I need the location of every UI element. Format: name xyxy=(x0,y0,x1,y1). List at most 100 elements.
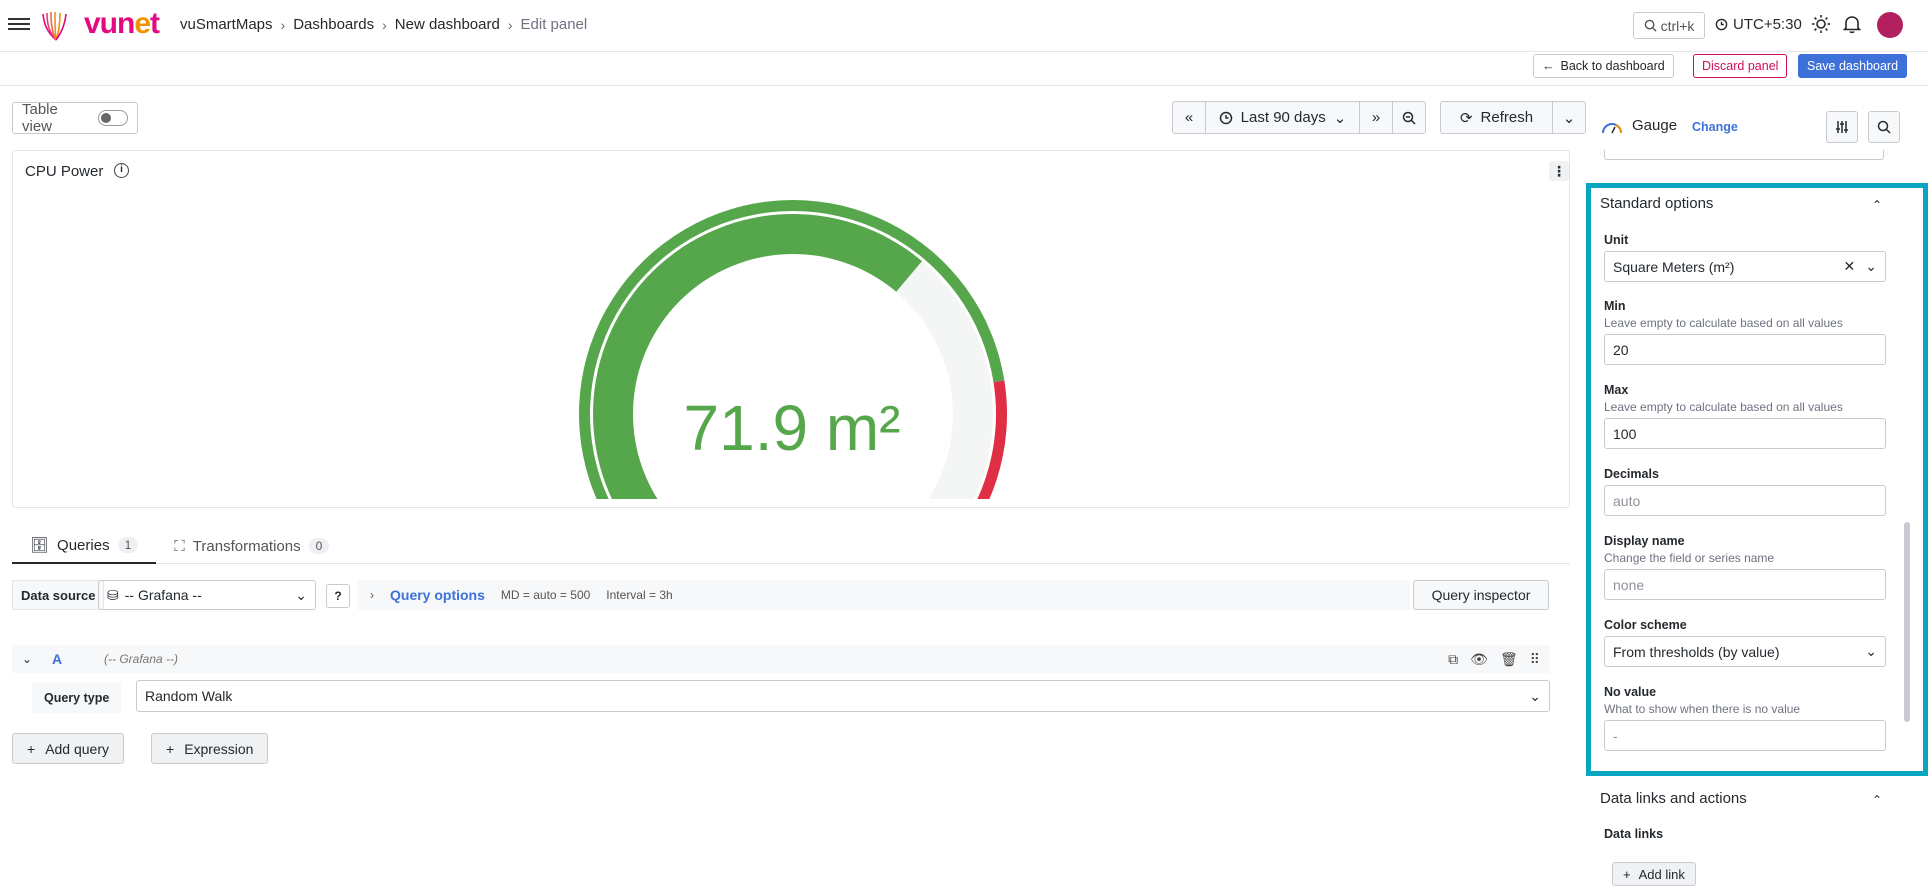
timezone-display[interactable]: UTC+5:30 xyxy=(1715,16,1802,33)
plus-icon: + xyxy=(1623,866,1631,882)
chevron-right-icon: › xyxy=(507,16,513,33)
query-type-value: Random Walk xyxy=(145,688,233,704)
save-dashboard-button[interactable]: Save dashboard xyxy=(1798,54,1908,78)
chevron-down-icon: ⌄ xyxy=(1333,109,1347,127)
save-dashboard-label: Save dashboard xyxy=(1807,59,1899,73)
query-options[interactable]: › Query options MD = auto = 500 Interval… xyxy=(358,580,1410,610)
add-link-button[interactable]: + Add link xyxy=(1612,862,1696,886)
add-expression-button[interactable]: + Expression xyxy=(151,733,269,764)
breadcrumb-edit-panel: Edit panel xyxy=(520,16,588,33)
chevron-right-icon: › xyxy=(370,588,374,602)
viz-picker-header: Gauge Change xyxy=(1586,102,1914,152)
clock-icon xyxy=(1219,111,1232,124)
previous-field-input[interactable] xyxy=(1604,150,1884,160)
data-source-select[interactable]: ⛁ -- Grafana -- ⌄ xyxy=(98,580,316,610)
panel-menu-icon[interactable]: ⋮ xyxy=(1549,161,1569,181)
zoom-out-button[interactable] xyxy=(1392,101,1426,134)
chevron-up-icon[interactable]: ⌃ xyxy=(1872,793,1882,807)
time-range-label: Last 90 days xyxy=(1240,109,1326,126)
help-icon[interactable]: ? xyxy=(326,584,350,608)
double-chevron-left-icon: « xyxy=(1184,109,1194,126)
add-query-label: Add query xyxy=(45,740,110,757)
chevron-down-icon[interactable]: ⌄ xyxy=(22,652,32,666)
timezone-label: UTC+5:30 xyxy=(1733,16,1802,33)
vunet-logo-icon xyxy=(42,11,67,41)
time-forward-button[interactable]: » xyxy=(1359,101,1393,134)
sliders-icon xyxy=(1836,121,1848,133)
search-icon xyxy=(1644,19,1657,32)
grafana-datasource-icon: ⛁ xyxy=(107,586,119,603)
chevron-right-icon: › xyxy=(280,16,286,33)
query-type-select[interactable]: Random Walk ⌄ xyxy=(136,680,1550,712)
database-icon: 🗄 xyxy=(30,537,50,554)
sun-icon[interactable] xyxy=(1811,14,1831,34)
viz-type-label: Gauge xyxy=(1632,117,1678,134)
toggle-switch[interactable] xyxy=(97,110,128,126)
gauge-value: 71.9 m² xyxy=(683,392,901,464)
trash-icon[interactable]: 🗑 xyxy=(1500,651,1518,668)
editor-tabs: 🗄 Queries 1 ⛶ Transformations 0 xyxy=(12,528,1570,564)
eye-icon[interactable]: 👁 xyxy=(1470,651,1488,668)
transform-icon: ⛶ xyxy=(174,537,185,555)
query-md: MD = auto = 500 xyxy=(500,588,591,602)
add-query-button[interactable]: + Add query xyxy=(12,733,125,764)
refresh-interval-dropdown[interactable]: ⌄ xyxy=(1552,101,1586,134)
search-shortcut: ctrl+k xyxy=(1660,17,1695,34)
duplicate-icon[interactable]: ⧉ xyxy=(1448,651,1458,668)
chevron-right-icon: › xyxy=(382,16,387,33)
data-links-title[interactable]: Data links and actions xyxy=(1600,790,1747,807)
query-datasource-name: (-- Grafana --) xyxy=(104,652,179,666)
discard-panel-label: Discard panel xyxy=(1702,59,1779,73)
tab-queries[interactable]: 🗄 Queries 1 xyxy=(12,528,157,564)
clock-icon xyxy=(1715,18,1728,31)
tab-transformations[interactable]: ⛶ Transformations 0 xyxy=(156,528,347,564)
query-options-label: Query options xyxy=(390,587,485,603)
data-source-label: Data source xyxy=(12,580,105,610)
search-icon xyxy=(1877,120,1891,134)
breadcrumb: vuSmartMaps › Dashboards › New dashboard… xyxy=(180,16,587,33)
query-interval: Interval = 3h xyxy=(606,588,673,602)
expression-label: Expression xyxy=(184,740,254,757)
time-back-button[interactable]: « xyxy=(1172,101,1206,134)
search-options-button[interactable] xyxy=(1868,111,1900,143)
plus-icon: + xyxy=(27,740,36,757)
query-ref-id[interactable]: A xyxy=(52,651,62,667)
back-to-dashboard-label: Back to dashboard xyxy=(1560,59,1665,73)
menu-icon[interactable] xyxy=(8,15,30,35)
data-source-value: -- Grafana -- xyxy=(124,587,202,603)
tab-queries-count: 1 xyxy=(117,537,139,553)
breadcrumb-dashboards[interactable]: Dashboards xyxy=(293,16,374,33)
plus-icon: + xyxy=(166,740,175,757)
breadcrumb-new-dashboard[interactable]: New dashboard xyxy=(395,16,500,33)
double-chevron-right-icon: » xyxy=(1371,109,1381,126)
avatar[interactable] xyxy=(1877,12,1903,38)
breadcrumb-vusmartmaps[interactable]: vuSmartMaps xyxy=(180,16,273,33)
drag-handle-icon[interactable]: ⠿ xyxy=(1530,651,1540,668)
discard-panel-button[interactable]: Discard panel xyxy=(1693,54,1788,78)
vunet-logo-text: vunet xyxy=(84,7,160,40)
query-inspector-button[interactable]: Query inspector xyxy=(1413,580,1549,610)
table-view-toggle[interactable]: Table view xyxy=(12,101,138,135)
refresh-button[interactable]: ⟳ Refresh xyxy=(1440,101,1553,134)
chevron-down-icon: ⌄ xyxy=(1562,109,1576,127)
top-nav-bar: vunet vuSmartMaps › Dashboards › New das… xyxy=(0,0,1928,52)
table-view-label: Table view xyxy=(22,101,58,135)
chevron-down-icon: ⌄ xyxy=(1529,687,1541,704)
back-to-dashboard-button[interactable]: ← Back to dashboard xyxy=(1533,54,1674,78)
gauge-icon xyxy=(1602,123,1622,134)
tab-transformations-count: 0 xyxy=(308,538,330,554)
search-button[interactable]: ctrl+k xyxy=(1633,12,1705,39)
time-range-picker[interactable]: Last 90 days ⌄ xyxy=(1205,101,1360,134)
standard-options-highlight xyxy=(1586,183,1928,776)
options-toggle-button[interactable] xyxy=(1826,111,1858,143)
info-icon[interactable]: i xyxy=(114,163,129,178)
refresh-icon: ⟳ xyxy=(1459,109,1473,127)
chevron-down-icon: ⌄ xyxy=(295,586,307,603)
data-links-label: Data links xyxy=(1604,827,1664,841)
panel-title: CPU Power xyxy=(25,163,104,180)
bell-icon[interactable] xyxy=(1843,14,1861,34)
query-type-label: Query type xyxy=(32,683,122,713)
change-viz-link[interactable]: Change xyxy=(1692,120,1738,134)
refresh-label: Refresh xyxy=(1480,109,1534,126)
tab-transformations-label: Transformations xyxy=(192,537,301,555)
